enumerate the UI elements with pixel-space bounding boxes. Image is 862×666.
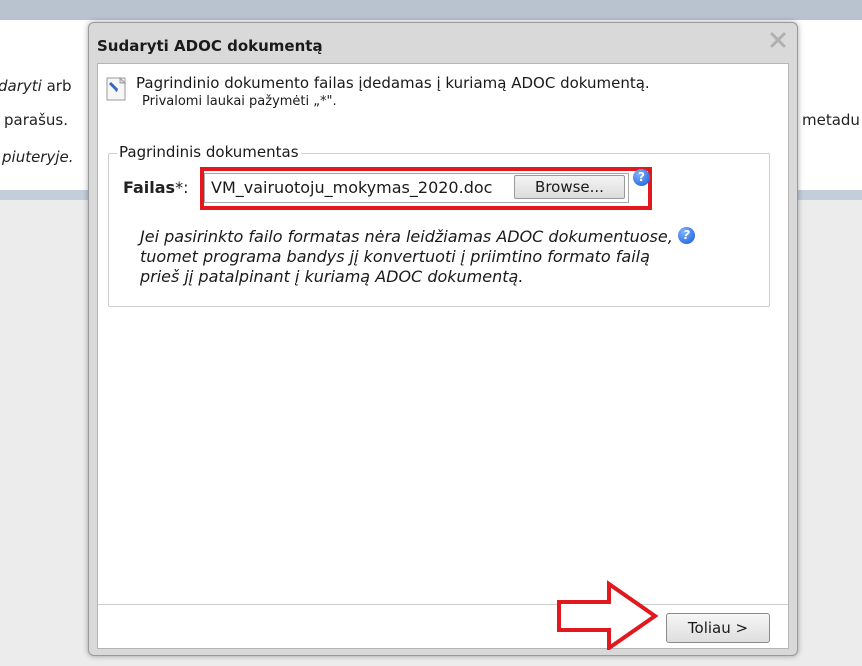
footer-divider — [98, 604, 788, 605]
main-document-fieldset: Pagrindinis dokumentas Failas*: VM_vairu… — [108, 143, 770, 307]
conversion-note-line-1: Jei pasirinkto failo formatas nėra leidž… — [140, 227, 720, 247]
required-fields-note: Privalomi laukai pažymėti „*". — [142, 94, 337, 109]
background-text-line-1: daryti arb — [0, 77, 72, 95]
fieldset-legend: Pagrindinis dokumentas — [117, 143, 301, 161]
background-text-line-3: piuteryje. — [2, 148, 74, 166]
close-icon[interactable] — [769, 31, 787, 49]
dialog-body: Pagrindinio dokumento failas įdedamas į … — [97, 63, 789, 650]
help-icon[interactable]: ? — [677, 227, 695, 244]
info-text: Pagrindinio dokumento failas įdedamas į … — [136, 74, 650, 92]
conversion-note-line-3: prieš jį patalpinant į kuriamą ADOC doku… — [140, 267, 524, 286]
dialog-title: Sudaryti ADOC dokumentą — [97, 37, 323, 55]
help-icon[interactable]: ? — [633, 169, 650, 186]
next-button[interactable]: Toliau > — [666, 613, 770, 643]
info-message: Pagrindinio dokumento failas įdedamas į … — [106, 72, 766, 116]
highlight-box — [200, 167, 652, 210]
file-field-label: Failas*: — [123, 178, 189, 197]
background-text-line-2: parašus. — [4, 111, 68, 129]
conversion-note: Jei pasirinkto failo formatas nėra leidž… — [140, 227, 720, 287]
adoc-dialog: Sudaryti ADOC dokumentą Pagrindinio doku… — [88, 22, 798, 656]
conversion-note-line-2: tuomet programa bandys jį konvertuoti į … — [140, 247, 650, 266]
document-info-icon — [106, 76, 128, 101]
background-header-bar — [0, 0, 862, 20]
background-text-right: metadu — [802, 111, 860, 129]
